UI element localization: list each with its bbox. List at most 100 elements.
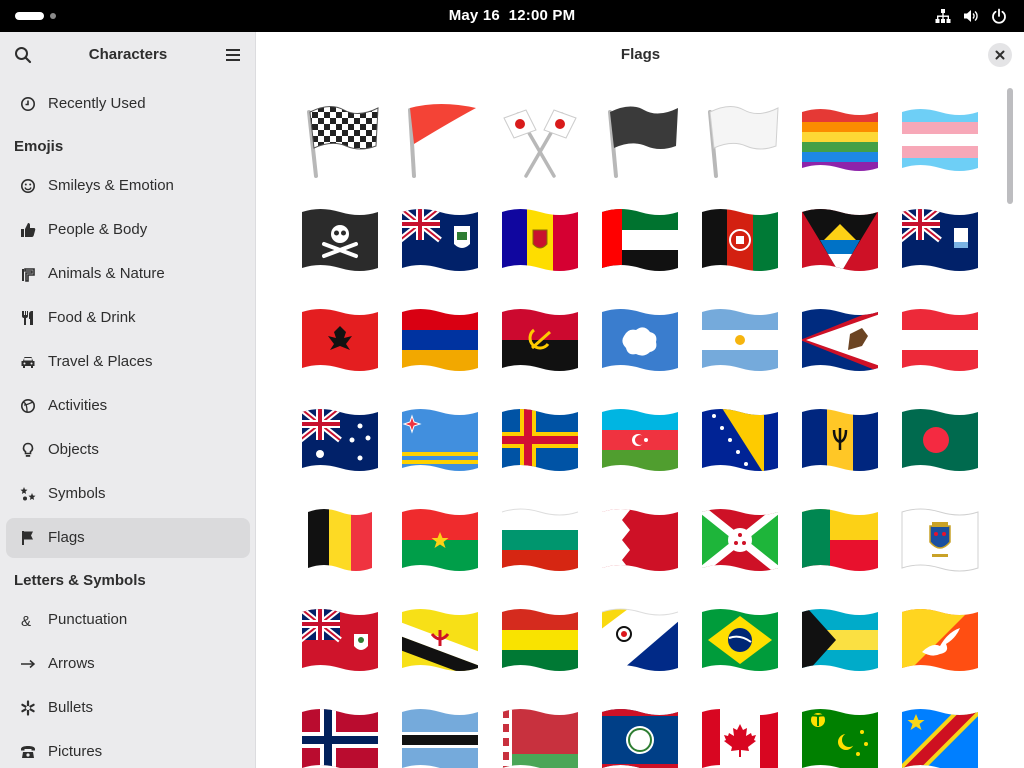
flag-bahrain[interactable] [600,500,680,580]
sidebar-item-arrows[interactable]: Arrows [6,644,250,684]
activities-indicator[interactable] [15,12,44,20]
flag-bhutan[interactable] [900,600,980,680]
flag-burundi[interactable] [700,500,780,580]
clock[interactable]: May 16 12:00 PM [0,0,1024,32]
flag-benin[interactable] [800,500,880,580]
power-icon[interactable] [991,8,1007,24]
sidebar-item-animals[interactable]: Animals & Nature [6,254,250,294]
flag-armenia[interactable] [400,300,480,380]
flag-congo-kinshasa[interactable] [900,700,980,768]
asterisk-icon [21,700,35,716]
flag-bolivia[interactable] [500,600,580,680]
sidebar-item-label: Animals & Nature [48,265,165,282]
flag-canada[interactable] [700,700,780,768]
rainbow-flag[interactable] [800,100,880,180]
flag-austria[interactable] [900,300,980,380]
flag-cocos-islands[interactable] [800,700,880,768]
black-flag[interactable] [600,100,680,180]
sidebar-item-label: Pictures [48,743,103,760]
sidebar-item-label: Objects [48,441,99,458]
chequered-flag[interactable] [300,100,380,180]
close-icon [995,50,1005,60]
sidebar-item-label: Travel & Places [48,353,153,370]
flag-icon [22,531,33,545]
flag-aland-islands[interactable] [500,400,580,480]
sidebar: Characters Recently Used Emojis Smileys … [0,32,256,768]
cutlery-icon [22,311,33,325]
sidebar-item-objects[interactable]: Objects [6,430,250,470]
sidebar-item-travel[interactable]: Travel & Places [6,342,250,382]
flag-andorra[interactable] [500,200,580,280]
flag-afghanistan[interactable] [700,200,780,280]
flag-bahamas[interactable] [800,600,880,680]
flag-burkina-faso[interactable] [400,500,480,580]
sidebar-item-bullets[interactable]: Bullets [6,688,250,728]
sidebar-item-label: Food & Drink [48,309,136,326]
flag-bosnia-herzegovina[interactable] [700,400,780,480]
clock-icon [21,97,35,111]
thumbs-up-icon [21,223,36,237]
sidebar-item-symbols[interactable]: Symbols [6,474,250,514]
sidebar-title: Characters [88,46,168,63]
flag-azerbaijan[interactable] [600,400,680,480]
flag-brunei[interactable] [400,600,480,680]
white-flag[interactable] [700,100,780,180]
network-icon[interactable] [935,8,951,24]
flag-aruba[interactable] [400,400,480,480]
car-icon [21,357,35,368]
sidebar-item-food[interactable]: Food & Drink [6,298,250,338]
flag-bangladesh[interactable] [900,400,980,480]
flag-antigua-barbuda[interactable] [800,200,880,280]
volume-icon[interactable] [963,8,979,24]
flag-bermuda[interactable] [300,600,380,680]
sidebar-item-label: Smileys & Emotion [48,177,174,194]
time-label[interactable]: 12:00 PM [509,7,576,24]
sidebar-item-punctuation[interactable]: & Punctuation [6,600,250,640]
section-title-letters-symbols: Letters & Symbols [14,572,146,589]
sidebar-item-label: Punctuation [48,611,128,628]
lightbulb-icon [22,442,34,457]
flag-barbados[interactable] [800,400,880,480]
pirate-flag[interactable] [300,200,380,280]
flag-caribbean-netherlands[interactable] [600,600,680,680]
flag-st-barthelemy[interactable] [900,500,980,580]
close-button[interactable] [988,43,1012,67]
sidebar-item-label: Recently Used [48,95,146,112]
sidebar-item-pictures[interactable]: Pictures [6,732,250,768]
flag-bulgaria[interactable] [500,500,580,580]
flag-australia[interactable] [300,400,380,480]
flag-american-samoa[interactable] [800,300,880,380]
workspace-dot[interactable] [50,13,56,19]
sidebar-item-activities[interactable]: Activities [6,386,250,426]
sidebar-item-label: Flags [48,529,85,546]
flag-argentina[interactable] [700,300,780,380]
crossed-flags[interactable] [500,100,580,180]
flag-botswana[interactable] [400,700,480,768]
triangular-flag[interactable] [400,100,480,180]
flag-bouvet-island[interactable] [300,700,380,768]
svg-text:&: & [21,613,31,628]
sidebar-header: Characters [0,32,255,78]
sidebar-item-people[interactable]: People & Body [6,210,250,250]
sidebar-item-flags[interactable]: Flags [6,518,250,558]
sidebar-item-label: Arrows [48,655,95,672]
flag-anguilla[interactable] [900,200,980,280]
sidebar-item-smileys[interactable]: Smileys & Emotion [6,166,250,206]
flag-antarctica[interactable] [600,300,680,380]
date-label[interactable]: May 16 [449,7,500,24]
sidebar-item-label: Activities [48,397,108,414]
sidebar-item-recently-used[interactable]: Recently Used [6,84,250,124]
flag-belgium[interactable] [300,500,380,580]
scrollbar[interactable] [1007,88,1013,204]
flag-ascension-island[interactable] [400,200,480,280]
menu-icon[interactable] [222,44,244,66]
flag-angola[interactable] [500,300,580,380]
arrow-right-icon [21,659,36,669]
flag-brazil[interactable] [700,600,780,680]
flag-belize[interactable] [600,700,680,768]
symbols-icon [20,487,36,501]
flag-belarus[interactable] [500,700,580,768]
flag-united-arab-emirates[interactable] [600,200,680,280]
flag-albania[interactable] [300,300,380,380]
transgender-flag[interactable] [900,100,980,180]
